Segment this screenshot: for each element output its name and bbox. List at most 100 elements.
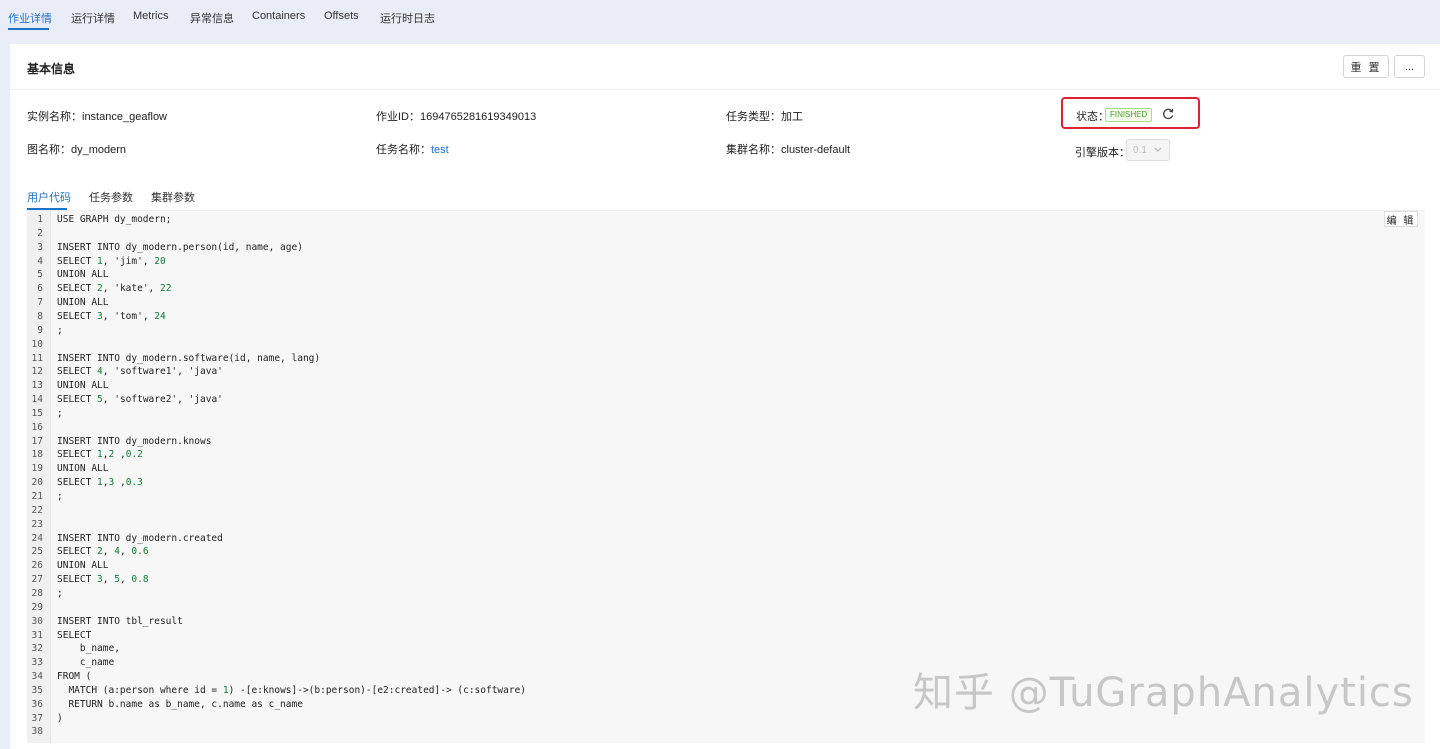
line-number: 5	[37, 269, 43, 281]
graph-name-label: 图名称：	[27, 144, 71, 156]
tab-user-code[interactable]: 用户代码	[27, 189, 71, 205]
job-id-value: 1694765281619349013	[420, 111, 537, 123]
line-number: 29	[31, 601, 43, 613]
code-line: 2	[27, 227, 1425, 241]
line-number: 8	[37, 310, 43, 322]
card-header: 基本信息 重 置 ...	[10, 44, 1440, 90]
tab-task-params[interactable]: 任务参数	[89, 189, 133, 205]
code-text: SELECT 3, 5, 0.8	[57, 574, 149, 586]
code-line: 13 UNION ALL	[27, 379, 1425, 393]
reset-button[interactable]: 重 置	[1343, 55, 1389, 78]
line-number: 37	[31, 712, 43, 724]
refresh-icon[interactable]	[1161, 107, 1175, 121]
code-line: 14 SELECT 5, 'software2', 'java'	[27, 393, 1425, 407]
graph-name-value: dy_modern	[71, 144, 127, 156]
tab-run-details[interactable]: 运行详情	[71, 10, 115, 26]
code-text: INSERT INTO tbl_result	[57, 615, 183, 627]
code-line: 1 USE GRAPH dy_modern;	[27, 213, 1425, 227]
code-line: 18 SELECT 1,2 ,0.2	[27, 448, 1425, 462]
code-text: USE GRAPH dy_modern;	[57, 214, 172, 225]
instance-name-field: 实例名称：instance_geaflow	[27, 108, 167, 124]
line-number: 9	[37, 324, 43, 336]
job-id-field: 作业ID：1694765281619349013	[376, 108, 536, 124]
code-text: SELECT 5, 'software2', 'java'	[57, 394, 223, 406]
code-line: 38	[27, 725, 1425, 739]
cluster-name-field: 集群名称：cluster-default	[726, 141, 850, 157]
code-line: 24 INSERT INTO dy_modern.created	[27, 532, 1425, 546]
line-number: 11	[31, 352, 43, 364]
code-text: SELECT	[57, 629, 92, 641]
code-line: 8 SELECT 3, 'tom', 24	[27, 310, 1425, 324]
line-number: 7	[37, 297, 43, 309]
code-text: ;	[57, 407, 63, 419]
line-number: 16	[31, 421, 43, 433]
graph-name-field: 图名称：dy_modern	[27, 141, 126, 157]
code-line: 30 INSERT INTO tbl_result	[27, 615, 1425, 629]
line-number: 26	[31, 560, 43, 572]
code-text: INSERT INTO dy_modern.created	[57, 532, 223, 544]
code-text: ;	[57, 324, 63, 336]
instance-name-label: 实例名称：	[27, 111, 82, 123]
line-number: 13	[31, 380, 43, 392]
cluster-name-value: cluster-default	[781, 144, 851, 156]
line-number: 27	[31, 574, 43, 586]
code-text: )	[57, 712, 63, 724]
line-number: 32	[31, 643, 43, 655]
chevron-down-icon	[1154, 147, 1162, 152]
code-text: INSERT INTO dy_modern.software(id, name,…	[57, 352, 321, 364]
task-name-field: 任务名称：test	[376, 141, 449, 157]
line-number: 6	[37, 283, 43, 295]
task-type-field: 任务类型：加工	[726, 108, 803, 124]
line-number: 36	[31, 698, 43, 710]
line-number: 35	[31, 684, 43, 696]
code-line: 21;	[27, 490, 1425, 504]
code-text: UNION ALL	[57, 463, 109, 475]
line-number: 31	[31, 629, 43, 641]
code-line: 29	[27, 601, 1425, 615]
code-text: SELECT 2, 'kate', 22	[57, 283, 172, 295]
tab-exceptions[interactable]: 异常信息	[190, 10, 234, 26]
more-button[interactable]: ...	[1394, 55, 1425, 78]
tab-job-details[interactable]: 作业详情	[8, 10, 52, 26]
task-type-value: 加工	[781, 111, 803, 123]
instance-name-value: instance_geaflow	[82, 111, 168, 123]
active-tab-indicator	[8, 28, 49, 30]
tab-containers[interactable]: Containers	[252, 10, 305, 22]
code-text: UNION ALL	[57, 380, 109, 392]
line-number: 34	[31, 671, 43, 683]
tab-runtime-logs[interactable]: 运行时日志	[380, 10, 435, 26]
code-text: RETURN b.name as b_name, c.name as c_nam…	[57, 698, 303, 710]
code-text: UNION ALL	[57, 297, 109, 309]
engine-version-label: 引擎版本：	[1075, 147, 1130, 159]
code-text: INSERT INTO dy_modern.knows	[57, 435, 212, 447]
job-detail-card: 基本信息 重 置 ... 实例名称：instance_geaflow 作业ID：…	[10, 44, 1440, 749]
cluster-name-label: 集群名称：	[726, 144, 781, 156]
edit-button[interactable]: 编 辑	[1384, 211, 1418, 227]
section-title: 基本信息	[27, 62, 76, 76]
tab-cluster-params[interactable]: 集群参数	[151, 189, 195, 205]
line-number: 33	[31, 657, 43, 669]
code-text: INSERT INTO dy_modern.person(id, name, a…	[57, 241, 303, 253]
code-line: 31 SELECT	[27, 629, 1425, 643]
line-number: 22	[31, 504, 43, 516]
top-tab-bar: 作业详情 运行详情 Metrics 异常信息 Containers Offset…	[0, 0, 1440, 40]
engine-version-select[interactable]: 0.1	[1126, 139, 1170, 161]
tab-metrics[interactable]: Metrics	[133, 10, 168, 22]
active-subtab-indicator	[27, 208, 67, 210]
code-text: SELECT 3, 'tom', 24	[57, 310, 166, 322]
code-line: 12 SELECT 4, 'software1', 'java'	[27, 365, 1425, 379]
code-text: SELECT 1,3 ,0.3	[57, 477, 143, 489]
code-line: 19 UNION ALL	[27, 462, 1425, 476]
code-line: 27 SELECT 3, 5, 0.8	[27, 573, 1425, 587]
code-text: b_name,	[57, 643, 120, 655]
line-number: 24	[31, 532, 43, 544]
task-name-link[interactable]: test	[431, 144, 449, 156]
line-number: 21	[31, 491, 43, 502]
code-text: c_name	[57, 657, 115, 669]
line-number: 18	[31, 449, 43, 461]
code-line: 11 INSERT INTO dy_modern.software(id, nam…	[27, 352, 1425, 366]
line-number: 1	[37, 214, 43, 225]
code-line: 20 SELECT 1,3 ,0.3	[27, 476, 1425, 490]
tab-offsets[interactable]: Offsets	[324, 10, 359, 22]
code-line: 22	[27, 504, 1425, 518]
